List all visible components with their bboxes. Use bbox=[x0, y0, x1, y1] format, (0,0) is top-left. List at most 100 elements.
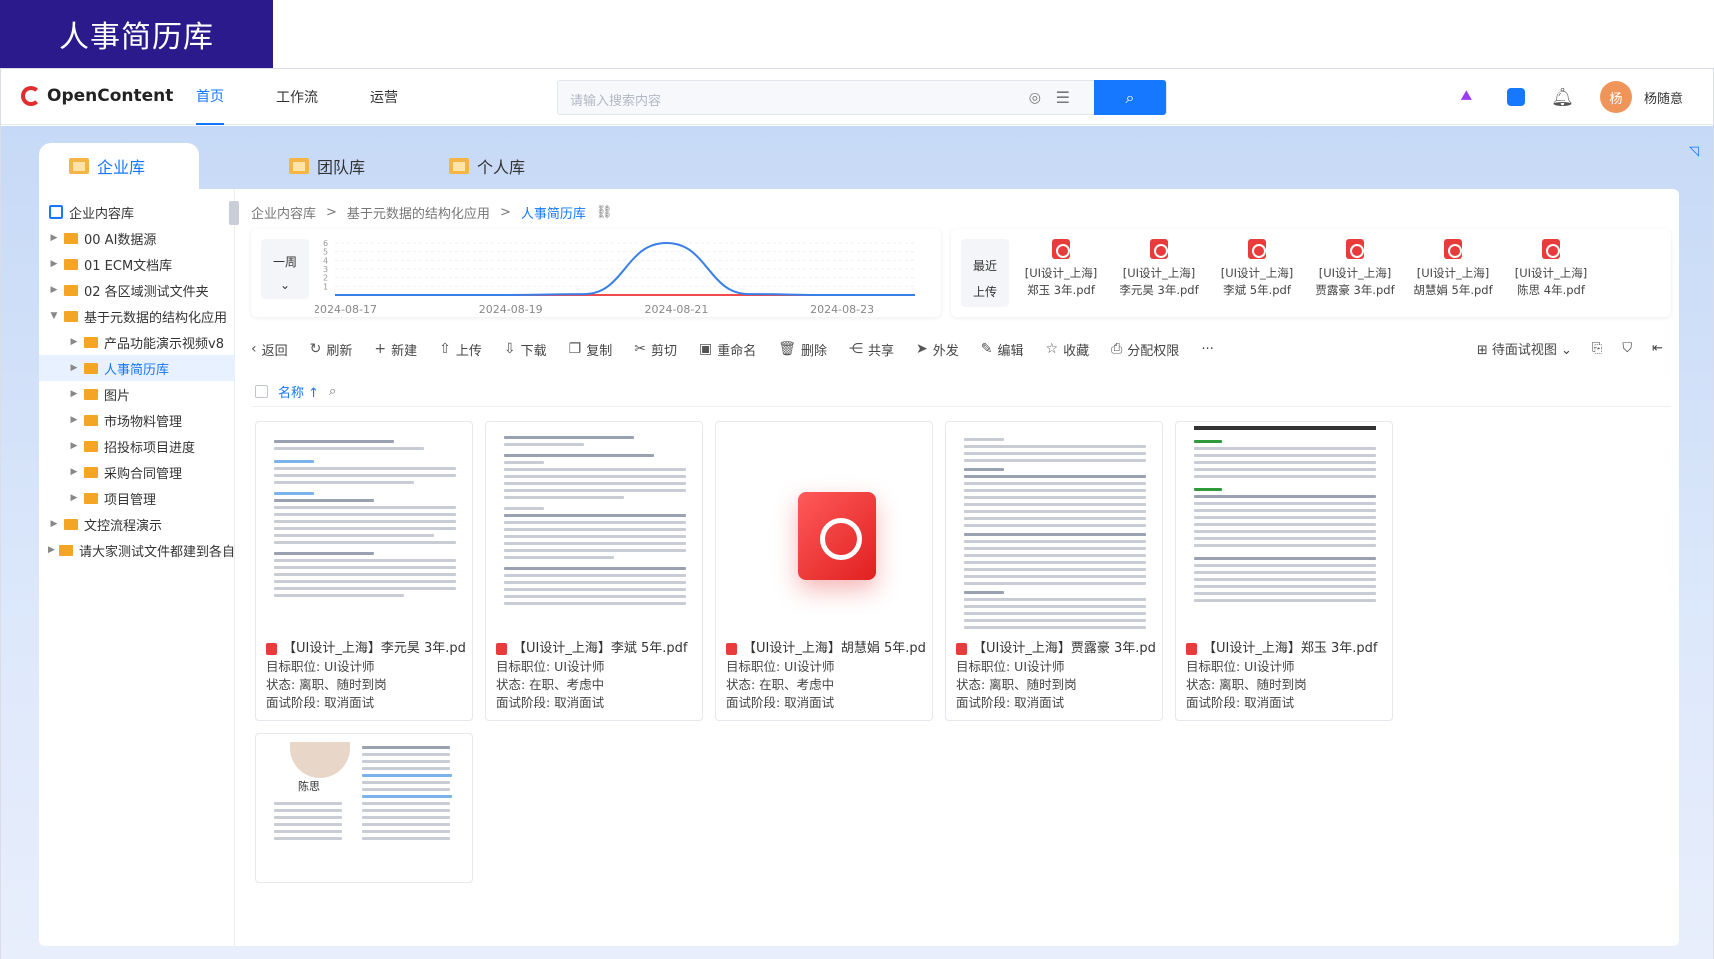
filter-icon[interactable]: ⛉ bbox=[1622, 341, 1632, 356]
recent-file[interactable]: [UI设计_上海] 李斌 5年.pdf bbox=[1209, 239, 1305, 299]
target-position: 目标职位: UI设计师 bbox=[496, 659, 605, 674]
tree-item-structured-apps[interactable]: ▼ 基于元数据的结构化应用 bbox=[39, 303, 235, 329]
file-card[interactable]: 陈思 bbox=[255, 733, 473, 883]
caret-right-icon[interactable]: ▶ bbox=[67, 467, 81, 477]
tab-team-library[interactable]: 团队库 bbox=[259, 143, 389, 189]
pdf-icon bbox=[1542, 239, 1560, 259]
tree-item-regions[interactable]: ▶ 02 各区域测试文件夹 bbox=[39, 277, 235, 303]
library-tabs: 企业库 团队库 个人库 bbox=[39, 143, 549, 189]
tab-enterprise-library[interactable]: 企业库 bbox=[39, 143, 199, 189]
caret-right-icon[interactable]: ▶ bbox=[47, 259, 61, 269]
back-button[interactable]: ‹ 返回 bbox=[251, 340, 288, 359]
refresh-button[interactable]: ↻ 刷新 bbox=[310, 340, 353, 359]
caret-right-icon[interactable]: ▶ bbox=[47, 545, 56, 555]
sort-by-name[interactable]: 名称 ↑ bbox=[278, 382, 319, 401]
notification-bell-icon[interactable]: 🔔︎ bbox=[1551, 87, 1574, 108]
caret-right-icon[interactable]: ▶ bbox=[47, 519, 61, 529]
select-all-checkbox[interactable] bbox=[255, 385, 268, 398]
tree-item-projects[interactable]: ▶ 项目管理 bbox=[39, 485, 235, 511]
caret-right-icon[interactable]: ▶ bbox=[67, 389, 81, 399]
file-name[interactable]: 【UI设计_上海】贾露豪 3年.pdf bbox=[973, 640, 1156, 658]
breadcrumb-item[interactable]: 企业内容库 bbox=[251, 203, 316, 222]
file-card[interactable]: 【UI设计_上海】胡慧娟 5年.pdf 目标职位: UI设计师 状态: 在职、考… bbox=[715, 421, 933, 721]
caret-right-icon[interactable]: ▶ bbox=[47, 285, 61, 295]
collapse-panel-icon[interactable]: ⇤ bbox=[1652, 341, 1663, 356]
toolbar-label: 复制 bbox=[586, 343, 613, 359]
filter-settings-icon[interactable]: ☰ bbox=[1056, 88, 1070, 107]
copy-button[interactable]: ❐ 复制 bbox=[569, 340, 613, 359]
search-input[interactable]: 请输入搜索内容 bbox=[570, 90, 661, 109]
caret-down-icon[interactable]: ▼ bbox=[47, 311, 61, 321]
recent-file[interactable]: [UI设计_上海] 贾露豪 3年.pdf bbox=[1307, 239, 1403, 299]
toolbar-label: 收藏 bbox=[1063, 343, 1090, 359]
more-button[interactable]: ··· bbox=[1201, 342, 1213, 357]
view-mode-select[interactable]: ⊞ 待面试视图 ⌄ bbox=[1477, 339, 1572, 358]
file-name[interactable]: 【UI设计_上海】李元昊 3年.pdf bbox=[283, 640, 466, 658]
tree-item-test-files[interactable]: ▶ 请大家测试文件都建到各自 bbox=[39, 537, 235, 563]
file-name[interactable]: 【UI设计_上海】李斌 5年.pdf bbox=[513, 640, 687, 658]
folder-icon bbox=[289, 158, 309, 174]
file-card[interactable]: 【UI设计_上海】贾露豪 3年.pdf 目标职位: UI设计师 状态: 离职、随… bbox=[945, 421, 1163, 721]
new-button[interactable]: + 新建 bbox=[374, 340, 417, 359]
collapse-corner-icon[interactable]: ◹ bbox=[1689, 144, 1699, 159]
recent-file[interactable]: [UI设计_上海] 陈思 4年.pdf bbox=[1503, 239, 1599, 299]
tab-personal-library[interactable]: 个人库 bbox=[419, 143, 549, 189]
user-avatar[interactable]: 杨 bbox=[1599, 81, 1632, 113]
edit-button[interactable]: ✎ 编辑 bbox=[981, 340, 1024, 359]
tree-item-doc-control[interactable]: ▶ 文控流程演示 bbox=[39, 511, 235, 537]
nav-workflow[interactable]: 工作流 bbox=[276, 69, 318, 125]
target-position: 目标职位: UI设计师 bbox=[956, 659, 1065, 674]
permissions-button[interactable]: ⎙ 分配权限 bbox=[1111, 340, 1179, 359]
tree-item-demo-videos[interactable]: ▶ 产品功能演示视频v8 bbox=[39, 329, 235, 355]
caret-right-icon[interactable]: ▶ bbox=[67, 441, 81, 451]
tree-label: 产品功能演示视频v8 bbox=[104, 336, 224, 352]
file-card[interactable]: 【UI设计_上海】郑玉 3年.pdf 目标职位: UI设计师 状态: 离职、随时… bbox=[1175, 421, 1393, 721]
search-button[interactable]: ⌕ bbox=[1094, 80, 1166, 115]
file-card[interactable]: 【UI设计_上海】李斌 5年.pdf 目标职位: UI设计师 状态: 在职、考虑… bbox=[485, 421, 703, 721]
nav-operations[interactable]: 运营 bbox=[370, 69, 398, 125]
tree-item-ecm[interactable]: ▶ 01 ECM文档库 bbox=[39, 251, 235, 277]
caret-right-icon[interactable]: ▶ bbox=[67, 493, 81, 503]
export-icon[interactable]: ⎘ bbox=[1592, 341, 1602, 356]
file-name[interactable]: 【UI设计_上海】郑玉 3年.pdf bbox=[1203, 640, 1377, 658]
tree-item-ai-datasource[interactable]: ▶ 00 AI数据源 bbox=[39, 225, 235, 251]
tree-item-hr-resumes[interactable]: ▶ 人事简历库 bbox=[39, 355, 235, 381]
y-tick-label: 2 bbox=[323, 274, 328, 283]
tree-item-procurement[interactable]: ▶ 采购合同管理 bbox=[39, 459, 235, 485]
app-square-icon[interactable] bbox=[1507, 88, 1526, 106]
pdf-icon bbox=[1444, 239, 1462, 259]
send-out-button[interactable]: ➤ 外发 bbox=[916, 340, 959, 359]
nav-home[interactable]: 首页 bbox=[196, 69, 224, 125]
brand-logo[interactable]: OpenContent bbox=[21, 86, 173, 106]
download-button[interactable]: ⇩ 下载 bbox=[504, 340, 547, 359]
favorite-button[interactable]: ☆ 收藏 bbox=[1046, 340, 1090, 359]
file-name[interactable]: 【UI设计_上海】胡慧娟 5年.pdf bbox=[743, 640, 926, 658]
folder-icon bbox=[58, 544, 73, 556]
recent-file[interactable]: [UI设计_上海] 李元昊 3年.pdf bbox=[1111, 239, 1207, 299]
breadcrumb-item[interactable]: 基于元数据的结构化应用 bbox=[347, 203, 490, 222]
rename-button[interactable]: ▣ 重命名 bbox=[699, 340, 756, 359]
search-icon[interactable]: ⌕ bbox=[329, 384, 336, 399]
tree-item-bidding[interactable]: ▶ 招投标项目进度 bbox=[39, 433, 235, 459]
file-card[interactable]: 【UI设计_上海】李元昊 3年.pdf 目标职位: UI设计师 状态: 离职、随… bbox=[255, 421, 473, 721]
share-button[interactable]: ⋲ 共享 bbox=[849, 340, 894, 359]
tree-root[interactable]: 企业内容库 bbox=[39, 199, 235, 225]
caret-right-icon[interactable]: ▶ bbox=[67, 337, 81, 347]
caret-right-icon[interactable]: ▶ bbox=[67, 363, 81, 373]
tree-item-marketing[interactable]: ▶ 市场物料管理 bbox=[39, 407, 235, 433]
upload-button[interactable]: ⇧ 上传 bbox=[439, 340, 482, 359]
recent-file-name: 郑玉 3年.pdf bbox=[1027, 283, 1095, 297]
cut-button[interactable]: ✂ 剪切 bbox=[634, 340, 677, 359]
recent-file[interactable]: [UI设计_上海] 郑玉 3年.pdf bbox=[1013, 239, 1109, 299]
caret-right-icon[interactable]: ▶ bbox=[67, 415, 81, 425]
delete-button[interactable]: 🗑︎ 删除 bbox=[778, 340, 827, 359]
recent-file[interactable]: [UI设计_上海] 胡慧娟 5年.pdf bbox=[1405, 239, 1501, 299]
link-icon[interactable]: ⛓︎ bbox=[596, 205, 613, 220]
camera-search-icon[interactable]: ◎ bbox=[1029, 90, 1041, 106]
period-selector[interactable]: 一周 ⌄ bbox=[261, 239, 309, 299]
user-name[interactable]: 杨随意 bbox=[1644, 88, 1683, 107]
toolbar-label: 新建 bbox=[391, 343, 418, 359]
tree-item-images[interactable]: ▶ 图片 bbox=[39, 381, 235, 407]
caret-right-icon[interactable]: ▶ bbox=[47, 233, 61, 243]
ai-assistant-icon[interactable]: ⯅ bbox=[1459, 86, 1481, 108]
